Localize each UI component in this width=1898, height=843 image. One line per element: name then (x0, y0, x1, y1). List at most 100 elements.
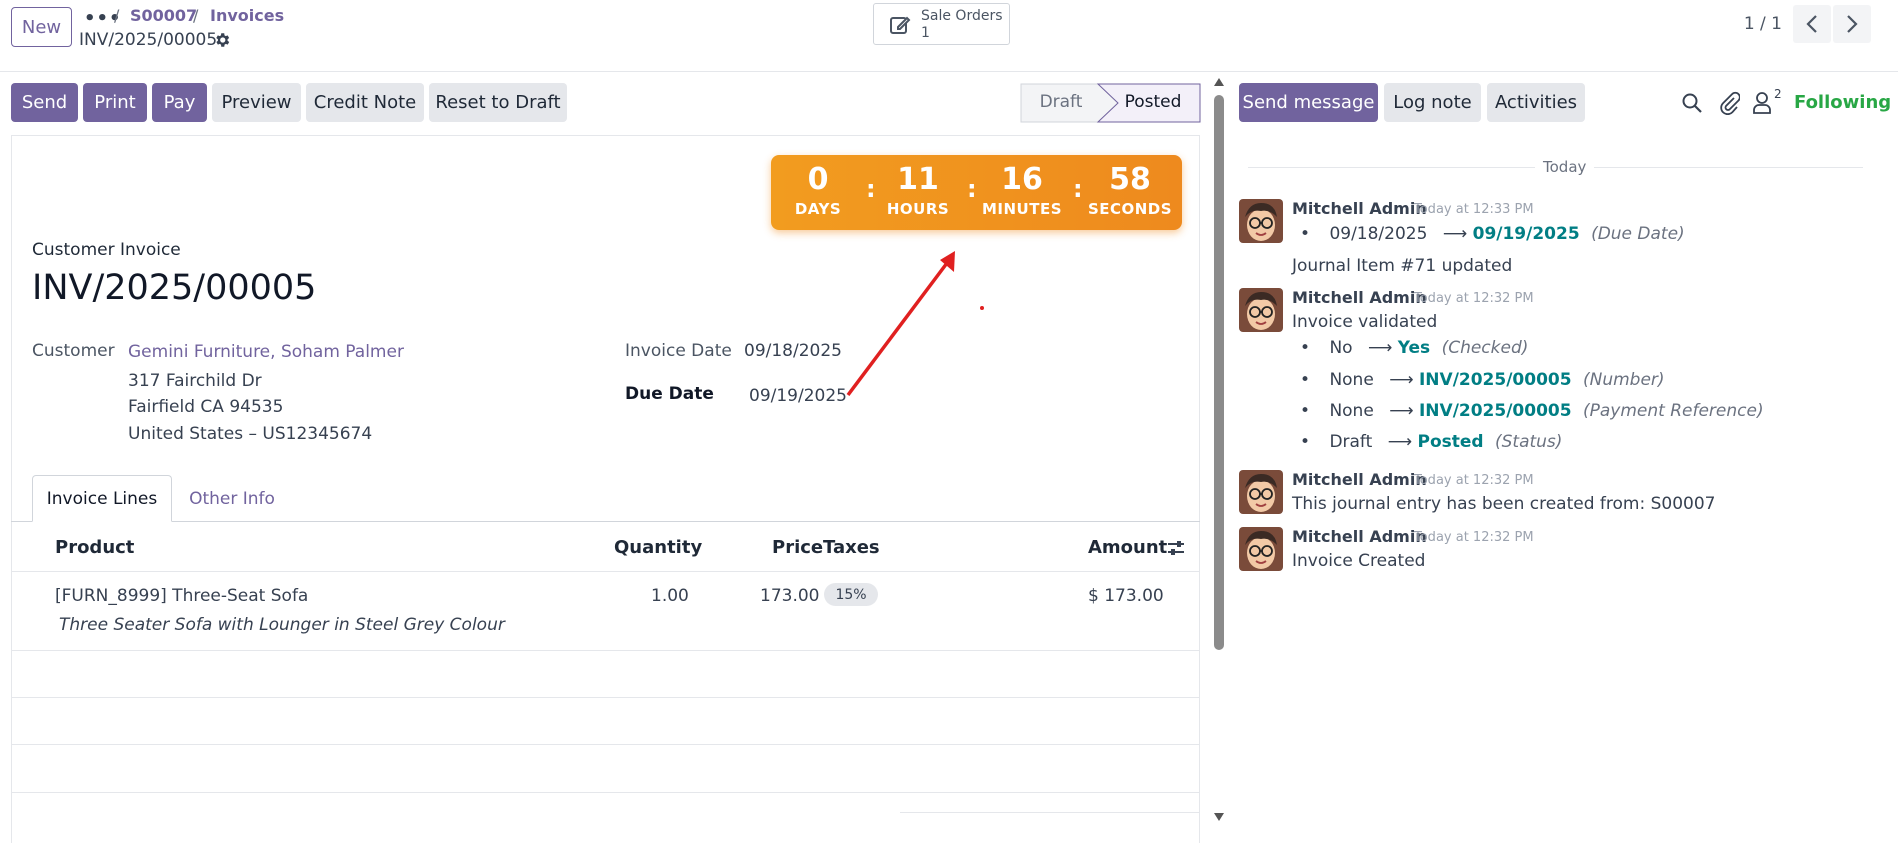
avatar[interactable] (1239, 527, 1283, 571)
new-button[interactable]: New (11, 7, 72, 47)
breadcrumb-item-sale-order[interactable]: S00007 (130, 6, 197, 25)
annotation-arrow (846, 251, 955, 397)
tracking-field-name: (Status) (1494, 432, 1563, 452)
following-button[interactable]: Following (1794, 92, 1891, 113)
tracking-field-name: (Payment Reference) (1582, 401, 1764, 421)
annotation-dot (980, 306, 984, 310)
paperclip-icon[interactable] (1718, 91, 1740, 115)
table-row-divider (11, 697, 1200, 698)
scrollbar-thumb[interactable] (1214, 95, 1224, 650)
arrow-right-icon: ⟶ (1389, 401, 1414, 421)
table-row-amount: $ 173.00 (1088, 586, 1164, 606)
tracking-old-value: None (1329, 401, 1374, 421)
table-row-divider (11, 744, 1200, 745)
chevron-left-icon (1806, 15, 1817, 33)
countdown-timer: 0 DAYS : 11 HOURS : 16 MINUTES : 58 SECO… (771, 155, 1182, 230)
customer-address-line3: United States – US12345674 (128, 424, 373, 444)
message-time: Today at 12:32 PM (1414, 530, 1534, 545)
avatar[interactable] (1239, 288, 1283, 332)
tracking-field-name: (Number) (1582, 370, 1665, 390)
tab-other-info[interactable]: Other Info (180, 475, 284, 522)
due-date-field[interactable]: 09/19/2025 (749, 386, 847, 406)
table-row-divider (11, 650, 1200, 651)
tracking-change: • Draft ⟶ Posted (Status) (1300, 432, 1562, 452)
message-author[interactable]: Mitchell Admin (1292, 288, 1427, 307)
column-header-taxes[interactable]: Taxes (823, 537, 880, 558)
message-author[interactable]: Mitchell Admin (1292, 527, 1427, 546)
customer-link[interactable]: Gemini Furniture, Soham Palmer (128, 342, 404, 362)
totals-divider (900, 812, 1200, 813)
customer-address-line1: 317 Fairchild Dr (128, 371, 262, 391)
reset-to-draft-button[interactable]: Reset to Draft (429, 83, 567, 122)
bullet-dot: • (1300, 401, 1311, 421)
tracking-new-value: Yes (1397, 338, 1431, 358)
invoice-date-field[interactable]: 09/18/2025 (744, 341, 842, 361)
pay-button[interactable]: Pay (152, 83, 207, 122)
invoice-number: INV/2025/00005 (32, 268, 317, 308)
column-header-price[interactable]: Price (772, 537, 823, 558)
customer-label: Customer (32, 341, 115, 361)
smart-button-label: Sale Orders (921, 8, 1003, 24)
breadcrumb-item-invoices[interactable]: Invoices (210, 6, 284, 25)
log-note-button[interactable]: Log note (1384, 83, 1481, 122)
message-time: Today at 12:32 PM (1414, 291, 1534, 306)
countdown-colon: : (967, 175, 977, 203)
tracking-change: • None ⟶ INV/2025/00005 (Number) (1300, 370, 1665, 390)
countdown-hours-label: HOURS (886, 200, 950, 218)
avatar[interactable] (1239, 470, 1283, 514)
tax-badge[interactable]: 15% (824, 583, 878, 606)
invoice-date-label: Invoice Date (625, 341, 732, 361)
invoice-type-label: Customer Invoice (32, 240, 181, 260)
arrow-right-icon: ⟶ (1367, 338, 1393, 358)
table-row-price[interactable]: 173.00 (760, 586, 819, 606)
bullet-dot: • (1300, 224, 1311, 244)
pager-next-button[interactable] (1833, 5, 1871, 43)
message-body: This journal entry has been created from… (1292, 494, 1716, 514)
sale-orders-smart-button[interactable]: Sale Orders 1 (873, 3, 1010, 45)
table-row-quantity[interactable]: 1.00 (651, 586, 689, 606)
tracking-old-value: None (1329, 370, 1374, 390)
record-name: INV/2025/00005 (79, 30, 218, 50)
tracking-old-value: No (1329, 338, 1353, 358)
pager-value[interactable]: 1 / 1 (1744, 14, 1782, 34)
search-icon[interactable] (1681, 92, 1703, 114)
scroll-down-icon[interactable] (1213, 812, 1225, 822)
tracking-change: • No ⟶ Yes (Checked) (1300, 338, 1528, 358)
tab-invoice-lines[interactable]: Invoice Lines (32, 475, 172, 522)
bullet-dot: • (1300, 370, 1311, 390)
status-draft[interactable]: Draft (1021, 92, 1101, 112)
print-button[interactable]: Print (83, 83, 147, 122)
user-icon (1753, 92, 1771, 114)
message-author[interactable]: Mitchell Admin (1292, 470, 1427, 489)
activities-button[interactable]: Activities (1487, 83, 1585, 122)
column-header-product[interactable]: Product (55, 537, 134, 558)
send-message-button[interactable]: Send message (1239, 83, 1378, 122)
message-author[interactable]: Mitchell Admin (1292, 199, 1427, 218)
message-body: Invoice validated (1292, 312, 1438, 332)
arrow-right-icon: ⟶ (1442, 224, 1468, 244)
countdown-seconds-label: SECONDS (1087, 200, 1173, 218)
edit-icon (890, 16, 911, 34)
avatar-icon (1239, 470, 1283, 514)
breadcrumb-separator: / (193, 6, 199, 25)
message-time: Today at 12:33 PM (1414, 202, 1534, 217)
preview-button[interactable]: Preview (212, 83, 301, 122)
table-row-product[interactable]: [FURN_8999] Three-Seat Sofa (55, 586, 308, 606)
scroll-up-icon[interactable] (1213, 77, 1225, 87)
followers-button[interactable]: 2 (1752, 87, 1786, 116)
tracking-new-value: Posted (1417, 432, 1484, 452)
credit-note-button[interactable]: Credit Note (306, 83, 424, 122)
table-header-divider (11, 571, 1200, 572)
send-button[interactable]: Send (11, 83, 78, 122)
adjust-icon[interactable] (1166, 538, 1186, 558)
column-header-amount[interactable]: Amount (1088, 537, 1167, 558)
pager-previous-button[interactable] (1793, 5, 1831, 43)
column-header-quantity[interactable]: Quantity (614, 537, 702, 558)
tracking-new-value: 09/19/2025 (1472, 224, 1580, 244)
avatar[interactable] (1239, 199, 1283, 243)
message-time: Today at 12:32 PM (1414, 473, 1534, 488)
gear-icon[interactable] (213, 31, 231, 49)
countdown-hours: 11 (897, 162, 939, 197)
status-posted[interactable]: Posted (1113, 92, 1193, 112)
app-window: New • • • / S00007 / Invoices INV/2025/000… (0, 0, 1898, 843)
